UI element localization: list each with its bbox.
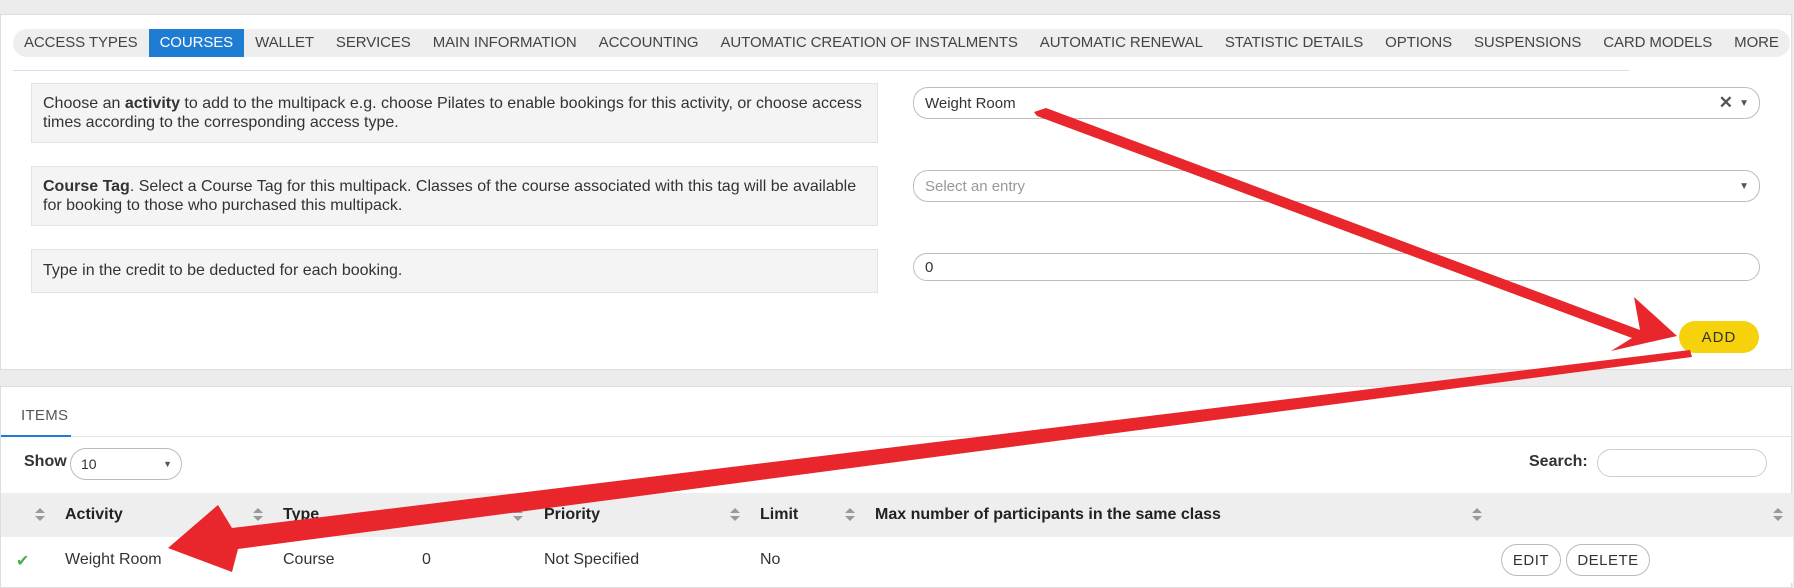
sort-icon[interactable] — [1773, 507, 1783, 523]
credit-input-value: 0 — [925, 258, 934, 276]
col-type[interactable]: Type — [283, 493, 319, 537]
tabs-divider — [13, 70, 1629, 71]
col-priority[interactable]: Priority — [544, 493, 600, 537]
course-tag-help-bold: Course Tag — [43, 178, 130, 195]
cell-priority: Not Specified — [544, 551, 640, 568]
tab-suspensions[interactable]: SUSPENSIONS — [1463, 29, 1592, 57]
cell-limit: No — [760, 551, 781, 568]
chevron-down-icon[interactable]: ▼ — [1739, 98, 1749, 109]
tab-access-types[interactable]: ACCESS TYPES — [13, 29, 149, 57]
tab-options[interactable]: OPTIONS — [1374, 29, 1463, 57]
credit-input[interactable]: 0 — [913, 253, 1760, 281]
items-panel: ITEMS Show 10 ▼ Search: Activity Type Va… — [0, 386, 1793, 588]
sort-icon[interactable] — [253, 507, 263, 523]
cell-value: 0 — [422, 551, 431, 568]
delete-button[interactable]: DELETE — [1566, 544, 1650, 576]
sort-icon[interactable] — [730, 507, 740, 523]
activity-help-text: Choose an activity to add to the multipa… — [31, 83, 878, 143]
cell-activity: Weight Room — [65, 551, 162, 568]
table-header: Activity Type Value Priority Limit Max n… — [1, 493, 1793, 537]
col-activity[interactable]: Activity — [65, 493, 123, 537]
activity-help-prefix: Choose an — [43, 95, 125, 112]
sort-icon[interactable] — [845, 507, 855, 523]
chevron-down-icon: ▼ — [163, 459, 172, 469]
page-size-select[interactable]: 10 ▼ — [70, 448, 182, 480]
tab-automatic-renewal[interactable]: AUTOMATIC RENEWAL — [1029, 29, 1214, 57]
table-row: ✔ Weight Room Course 0 Not Specified No … — [1, 537, 1793, 583]
course-tag-help-suffix: . Select a Course Tag for this multipack… — [43, 178, 857, 214]
search-label: Search: — [1529, 453, 1588, 470]
tab-statistic-details[interactable]: STATISTIC DETAILS — [1214, 29, 1374, 57]
sort-icon[interactable] — [1472, 507, 1482, 523]
sort-icon[interactable] — [35, 507, 45, 523]
activity-select[interactable]: Weight Room ✕ ▼ — [913, 87, 1760, 119]
course-tag-select[interactable]: Select an entry ▼ — [913, 170, 1760, 202]
items-title-underline — [1, 435, 71, 437]
course-tag-placeholder: Select an entry — [925, 177, 1026, 195]
edit-button[interactable]: EDIT — [1501, 544, 1561, 576]
tab-automatic-creation-of-instalments[interactable]: AUTOMATIC CREATION OF INSTALMENTS — [710, 29, 1029, 57]
activity-help-bold: activity — [124, 95, 180, 112]
page-size-value: 10 — [81, 456, 97, 472]
checkmark-icon: ✔ — [16, 553, 30, 570]
tab-more[interactable]: MORE — [1723, 29, 1790, 57]
items-title: ITEMS — [21, 407, 69, 424]
multipack-courses-panel: ACCESS TYPES COURSES WALLET SERVICES MAI… — [0, 14, 1792, 370]
credit-help-text: Type in the credit to be deducted for ea… — [31, 249, 878, 293]
tab-services[interactable]: SERVICES — [325, 29, 422, 57]
sort-icon[interactable] — [513, 507, 523, 523]
items-header-divider — [1, 436, 1793, 437]
tab-bar: ACCESS TYPES COURSES WALLET SERVICES MAI… — [13, 29, 1790, 57]
cell-type: Course — [283, 551, 335, 568]
search-input[interactable] — [1597, 449, 1767, 477]
course-tag-help-text: Course Tag. Select a Course Tag for this… — [31, 166, 878, 226]
tab-card-models[interactable]: CARD MODELS — [1592, 29, 1723, 57]
tab-accounting[interactable]: ACCOUNTING — [588, 29, 710, 57]
chevron-down-icon[interactable]: ▼ — [1739, 181, 1749, 192]
add-button[interactable]: ADD — [1679, 321, 1759, 353]
tab-main-information[interactable]: MAIN INFORMATION — [422, 29, 588, 57]
activity-select-value: Weight Room — [925, 94, 1016, 112]
col-max-participants[interactable]: Max number of participants in the same c… — [875, 493, 1221, 537]
tab-wallet[interactable]: WALLET — [244, 29, 325, 57]
show-label: Show — [24, 453, 67, 470]
tab-courses[interactable]: COURSES — [148, 29, 245, 57]
clear-icon[interactable]: ✕ — [1719, 93, 1733, 113]
col-limit[interactable]: Limit — [760, 493, 798, 537]
col-value[interactable]: Value — [422, 493, 464, 537]
credit-help-label: Type in the credit to be deducted for ea… — [43, 262, 403, 279]
